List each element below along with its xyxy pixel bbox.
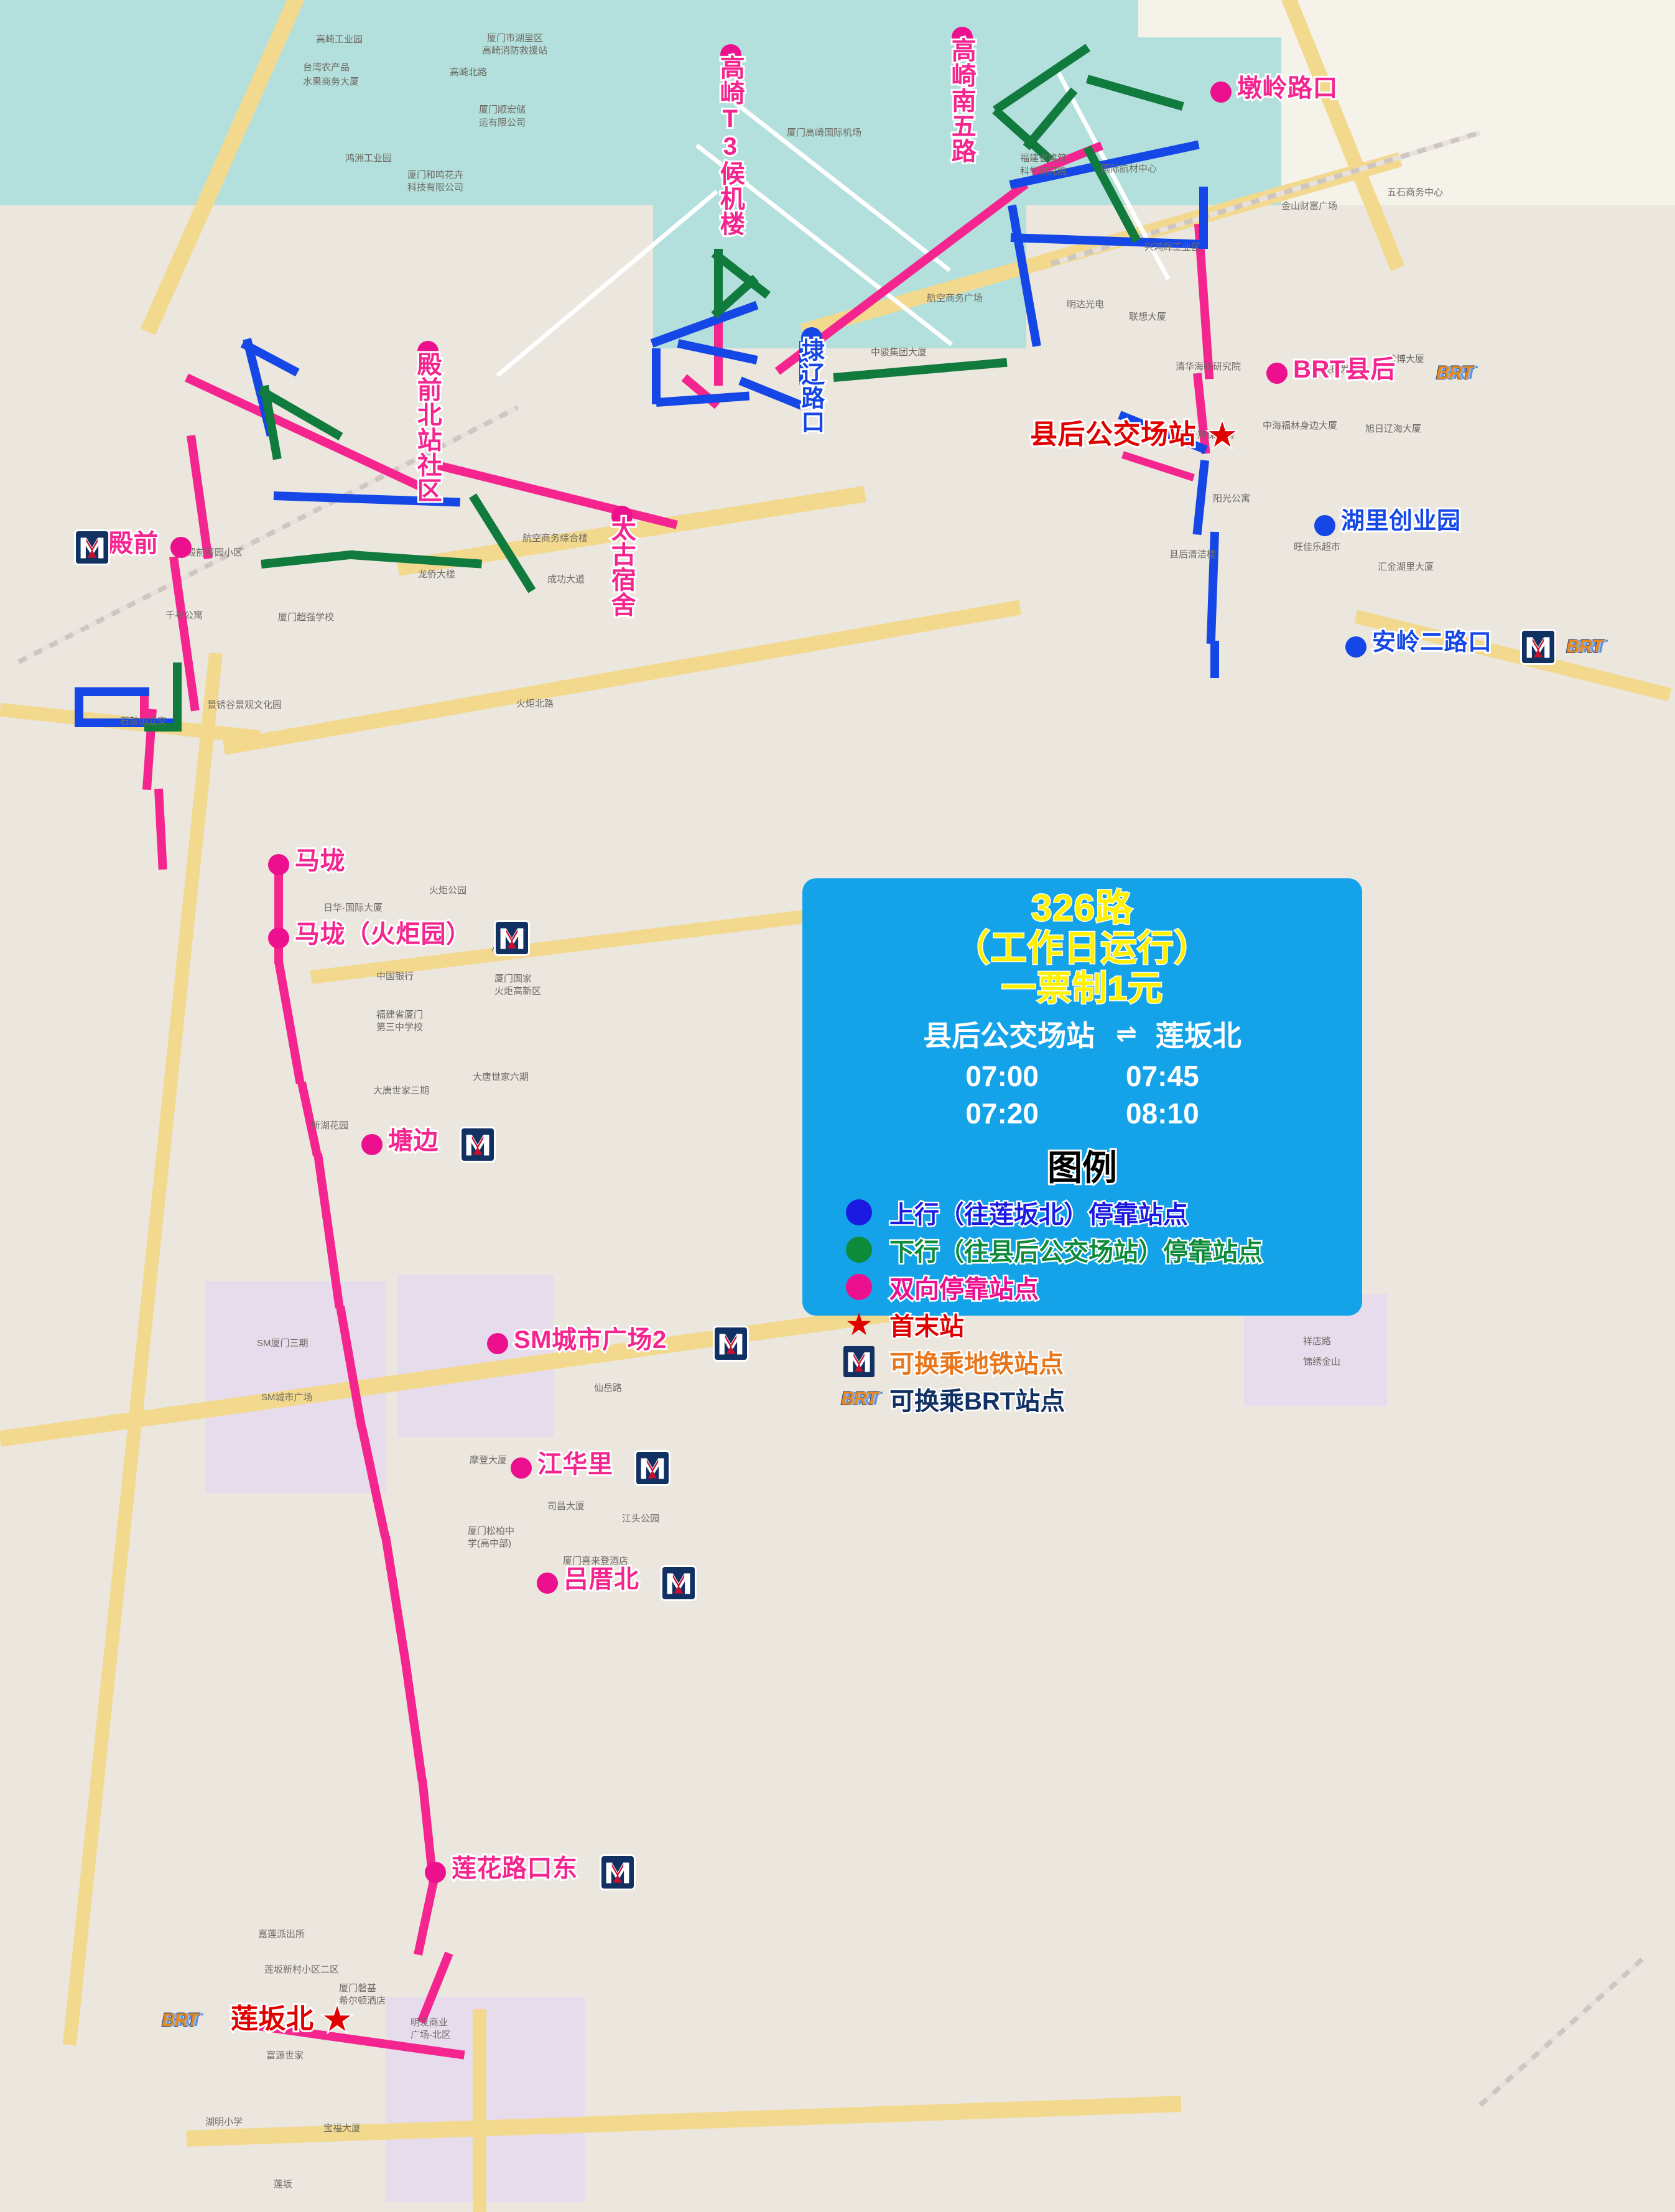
- station-label: 殿前北站社区: [412, 350, 443, 504]
- stop-dot[interactable]: [511, 1457, 532, 1479]
- legend-entry-label: 可换乘地铁站点: [888, 1349, 1065, 1379]
- destination-times-column: 07:45 08:10: [1126, 1059, 1199, 1130]
- legend-entry-label: 下行（往县后公交场站）停靠站点: [888, 1237, 1264, 1267]
- metro-transfer-icon: [462, 1128, 494, 1161]
- station-label: 塘边: [386, 1127, 440, 1156]
- legend-entry: 可换乘地铁站点: [840, 1344, 1346, 1380]
- station-label: 殿前: [106, 529, 160, 559]
- legend-color-swatch: [846, 1199, 872, 1225]
- legend-title-block: 326路 （工作日运行） 一票制1元: [819, 886, 1346, 1008]
- legend-entry-label: 双向停靠站点: [888, 1274, 1041, 1304]
- route-name: 326路: [1030, 886, 1134, 929]
- station-label: 马垅（火炬园）: [293, 920, 473, 949]
- legend-entry: BRT 可换乘BRT站点: [840, 1381, 1346, 1417]
- metro-transfer-icon: [636, 1452, 669, 1484]
- stop-dot[interactable]: [1345, 636, 1366, 658]
- legend-entry: 双向停靠站点: [840, 1269, 1346, 1305]
- operation-note: （工作日运行）: [953, 927, 1211, 970]
- origin-destination-row: 县后公交场站 ⇌ 莲坂北: [819, 1013, 1346, 1054]
- metro-transfer-icon: [496, 922, 528, 954]
- metro-transfer-icon: [601, 1856, 634, 1889]
- fare-note: 一票制1元: [1000, 968, 1164, 1008]
- stop-dot[interactable]: [537, 1573, 558, 1594]
- legend-panel: 326路 （工作日运行） 一票制1元 县后公交场站 ⇌ 莲坂北 07:00 07…: [802, 878, 1362, 1416]
- stop-dot[interactable]: [487, 1333, 508, 1354]
- origin-station: 县后公交场站: [923, 1019, 1095, 1052]
- station-label: 埭辽路口: [796, 336, 825, 435]
- bidirectional-arrow-icon: ⇌: [1116, 1020, 1136, 1048]
- brt-glyph: BRT: [840, 1388, 878, 1410]
- origin-times-column: 07:00 07:20: [965, 1059, 1039, 1130]
- star-glyph: ★: [845, 1306, 873, 1342]
- station-label: 墩岭路口: [1235, 74, 1340, 103]
- legend-circle-icon: [840, 1199, 878, 1225]
- brt-transfer-icon: BRT: [161, 2009, 199, 2031]
- station-label: 江华里: [536, 1450, 615, 1479]
- station-label: 太古宿舍: [606, 514, 637, 619]
- legend-circle-icon: [840, 1273, 878, 1300]
- stop-dot[interactable]: [425, 1862, 446, 1883]
- stop-dot[interactable]: [170, 537, 192, 558]
- station-label: 湖里创业园: [1339, 508, 1462, 535]
- legend-entry: 下行（往县后公交场站）停靠站点: [840, 1232, 1346, 1268]
- station-label: BRT县后: [1291, 355, 1397, 384]
- station-label: 莲坂北: [229, 2003, 315, 2035]
- brt-transfer-icon: BRT: [1436, 362, 1473, 384]
- terminus-star-icon: ★: [1205, 415, 1239, 454]
- station-label: 马垅: [293, 847, 347, 876]
- legend-star-icon: ★: [840, 1309, 878, 1340]
- destination-time-2: 08:10: [1126, 1097, 1199, 1130]
- station-label: 高崎南五路: [946, 35, 977, 165]
- legend-entries: 上行（往莲坂北）停靠站点下行（往县后公交场站）停靠站点 双向停靠站点 ★ 首末站可换乘…: [819, 1194, 1346, 1417]
- legend-entry: ★ 首末站: [840, 1306, 1346, 1342]
- legend-metro-icon: [840, 1345, 878, 1377]
- station-label: 吕厝北: [562, 1565, 641, 1594]
- legend-color-swatch: [846, 1236, 872, 1263]
- legend-entry-label: 首末站: [888, 1311, 966, 1342]
- station-label: 县后公交场站: [1028, 419, 1198, 450]
- stop-dot[interactable]: [268, 927, 289, 949]
- terminus-star-icon: ★: [320, 1999, 354, 2038]
- station-label: SM城市广场2: [512, 1326, 668, 1355]
- station-label: 安岭二路口: [1370, 629, 1493, 656]
- metro-transfer-icon: [715, 1327, 747, 1360]
- brt-transfer-icon: BRT: [1566, 636, 1603, 658]
- legend-heading: 图例: [1046, 1146, 1119, 1189]
- legend-color-swatch: [846, 1273, 872, 1300]
- metro-transfer-icon: [1522, 631, 1554, 663]
- destination-time-1: 07:45: [1126, 1059, 1199, 1092]
- metro-glyph: [843, 1345, 875, 1377]
- origin-time-1: 07:00: [965, 1059, 1039, 1092]
- departure-times: 07:00 07:20 07:45 08:10: [819, 1059, 1346, 1130]
- metro-transfer-icon: [76, 531, 108, 564]
- legend-entry-label: 上行（往莲坂北）停靠站点: [888, 1199, 1190, 1230]
- station-label: 莲花路口东: [450, 1854, 579, 1884]
- legend-entry: 上行（往莲坂北）停靠站点: [840, 1194, 1346, 1230]
- legend-circle-icon: [840, 1236, 878, 1263]
- stop-dot[interactable]: [1210, 81, 1232, 103]
- legend-entry-label: 可换乘BRT站点: [888, 1386, 1066, 1416]
- stop-dot[interactable]: [1266, 363, 1288, 384]
- bus-route-map: 厦门高崎国际机场 高崎北路 高崎工业园 台湾农产品 水果商务大厦 厦门市湖里区 高崎消防救援…: [0, 0, 1675, 2212]
- legend-brt-icon: BRT: [840, 1388, 878, 1410]
- destination-station: 莲坂北: [1155, 1019, 1241, 1052]
- stop-dot[interactable]: [1314, 515, 1335, 536]
- stop-dot[interactable]: [361, 1134, 383, 1155]
- metro-transfer-icon: [662, 1567, 695, 1599]
- origin-time-2: 07:20: [965, 1097, 1039, 1130]
- stop-dot[interactable]: [268, 854, 289, 875]
- station-label: 高崎T3候机楼: [715, 53, 746, 238]
